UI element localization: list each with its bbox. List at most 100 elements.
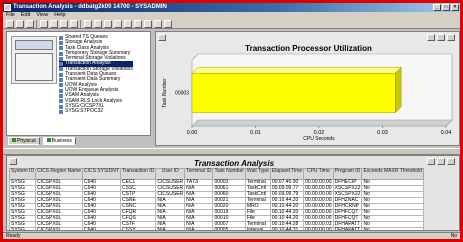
table-cell: CICSPX0L: [35, 227, 83, 230]
workspace-icon: [59, 35, 63, 40]
y-axis-label: Task Number: [162, 78, 168, 108]
toolbar: [3, 19, 460, 29]
chart-button[interactable]: [104, 20, 112, 28]
table-cell: SYSG: [8, 227, 37, 230]
table-cell: No: [361, 227, 424, 230]
workspace-icon: [59, 78, 63, 83]
workspace-icon: [59, 104, 63, 109]
toolbar-separator: [36, 20, 38, 28]
up-button[interactable]: [26, 20, 34, 28]
table-cell: Interval: [244, 227, 271, 230]
title-bar: Transaction Analysis - ddbatg2k00 14700 …: [3, 3, 460, 12]
pane-maximize-button[interactable]: [437, 34, 445, 41]
column-header[interactable]: Task Number: [212, 168, 246, 180]
x-tick-label: 0.00: [187, 130, 198, 136]
y-tick-label: 00003: [175, 91, 189, 97]
workspace-icon: [59, 56, 63, 61]
navigator-tabs: Physical Business: [6, 137, 151, 146]
workspace-icon: [59, 72, 63, 77]
workspace-icon: [59, 62, 63, 67]
bar: [191, 73, 396, 113]
column-header[interactable]: CICS Region Name: [35, 168, 83, 180]
tab-business[interactable]: Business: [42, 137, 76, 145]
table-cell: CSSY: [119, 227, 157, 230]
plot-floor: [191, 119, 453, 127]
x-tick-label: 0.03: [377, 130, 388, 136]
x-tick-label: 0.01: [250, 130, 261, 136]
toolbar-separator: [80, 20, 82, 28]
workspace-icon: [59, 83, 63, 88]
x-tick-label: 0.04: [441, 130, 452, 136]
table-cell: DFHAPATT: [332, 227, 363, 230]
app-icon: [4, 4, 11, 11]
refresh-button[interactable]: [40, 20, 48, 28]
column-header[interactable]: System ID: [8, 168, 37, 180]
column-header[interactable]: Program ID: [332, 168, 363, 180]
x-axis-label: CPU Seconds: [303, 136, 335, 142]
menu-file[interactable]: File: [6, 12, 15, 19]
table-row[interactable]: SYSG CICSPX0L C640 CSSY N/A N/A 00005 Interval 0…: [8, 227, 424, 230]
status-text: Ready: [6, 233, 21, 239]
settings-button[interactable]: [164, 20, 172, 28]
workspace-icon: [59, 67, 63, 72]
tab-physical[interactable]: Physical: [8, 137, 40, 145]
column-header[interactable]: Wait Type: [244, 168, 271, 180]
workspace-icon: [59, 109, 63, 114]
layout-button[interactable]: [154, 20, 162, 28]
table-cell: N/A: [155, 227, 186, 230]
menu-view[interactable]: View: [36, 12, 48, 19]
column-header[interactable]: User ID: [155, 168, 186, 180]
close-button[interactable]: ×: [451, 4, 459, 11]
navigator-thumbnail: [11, 36, 57, 84]
back-button[interactable]: [6, 20, 14, 28]
column-header[interactable]: Terminal ID: [184, 168, 214, 180]
forward-button[interactable]: [16, 20, 24, 28]
pane-restore-button[interactable]: [427, 34, 435, 41]
workspace-button[interactable]: [84, 20, 92, 28]
app-window: Transaction Analysis - ddbatg2k00 14700 …: [0, 0, 463, 242]
stop-button[interactable]: [50, 20, 58, 28]
tree-item[interactable]: SYSG:STPOC32: [59, 108, 133, 115]
view-button[interactable]: [94, 20, 102, 28]
pane-menu-button[interactable]: [158, 34, 166, 41]
table-cell: 00.10.44.31: [269, 227, 305, 230]
chart-pane: Transaction Processor Utilization 00003 0…: [155, 31, 460, 146]
table-cell: 00005: [212, 227, 246, 230]
business-view-icon: [46, 138, 51, 142]
navigator-tree: Shared TS Queues Storage Analysis Task Cla…: [6, 31, 151, 136]
menu-edit[interactable]: Edit: [21, 12, 30, 19]
tree-item-label: SYSG:STPOC32: [65, 108, 104, 115]
menu-bar: File Edit View Help: [3, 12, 460, 19]
column-header[interactable]: Elapsed Time: [269, 168, 305, 180]
pane-splitter[interactable]: [3, 148, 460, 155]
workspace-icon: [59, 88, 63, 93]
table-cell: C640: [81, 227, 121, 230]
properties-button[interactable]: [134, 20, 142, 28]
print-button[interactable]: [70, 20, 78, 28]
column-header[interactable]: Transaction ID: [119, 168, 157, 180]
table-body: SYSG CICSPX0L C640 CEC1 CICSUSER TA73 00003 Ter…: [8, 179, 424, 230]
split-button[interactable]: [144, 20, 152, 28]
bar-chart: 000030.00 0.01 0.02 0.03 0.04CPU SecondsTask…: [162, 53, 453, 142]
tree-items: Shared TS Queues Storage Analysis Task Cla…: [59, 34, 133, 115]
bar-side: [394, 66, 402, 114]
table-cell: 00.00.00.00: [303, 227, 334, 230]
table-cell: N/A: [184, 227, 214, 230]
workspace-icon: [59, 46, 63, 51]
filter-button[interactable]: [124, 20, 132, 28]
home-button[interactable]: [60, 20, 68, 28]
column-header[interactable]: CICS SYSIDNT: [81, 168, 121, 180]
workspace-icon: [59, 40, 63, 45]
transaction-table: System ID CICS Region Name CICS SYSIDNT Tra…: [8, 168, 424, 230]
table-button[interactable]: [114, 20, 122, 28]
column-header[interactable]: Exceeds MAXR Threshold: [361, 168, 424, 180]
menu-help[interactable]: Help: [54, 12, 65, 19]
workspace-icon: [59, 93, 63, 98]
workspace-icon: [59, 51, 63, 56]
minimize-button[interactable]: _: [433, 4, 441, 11]
table-header-row: System ID CICS Region Name CICS SYSIDNT Tra…: [8, 168, 424, 180]
maximize-button[interactable]: □: [442, 4, 450, 11]
table-title: Transaction Analysis: [193, 159, 275, 168]
column-header[interactable]: CPU Time: [303, 168, 334, 180]
pane-close-button[interactable]: [447, 34, 455, 41]
